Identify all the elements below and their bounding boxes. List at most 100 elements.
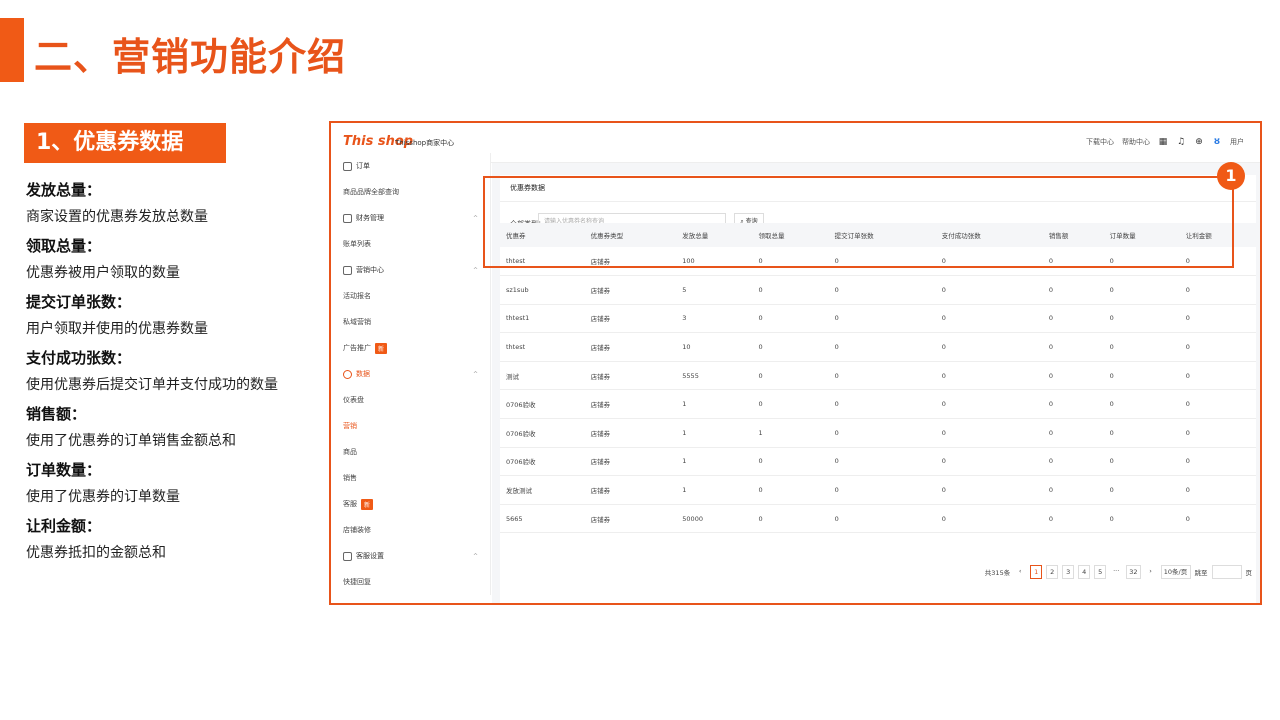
table-cell: 0	[1103, 304, 1180, 334]
page-button[interactable]: 4	[1078, 565, 1091, 579]
section-label: 1、优惠券数据	[24, 123, 226, 163]
user-avatar-icon[interactable]: ȣ	[1212, 137, 1222, 147]
sidebar-item[interactable]: 快捷回复	[331, 569, 490, 595]
slide-title: 二、营销功能介绍	[34, 35, 347, 79]
sidebar-item-label: 营销中心	[356, 266, 384, 274]
table-row: 5665 店铺券 50000 0 0 0 0 0 0	[500, 504, 1256, 534]
page-button[interactable]: 1	[1030, 565, 1043, 579]
table-cell: 0	[935, 275, 1043, 305]
sidebar-item[interactable]: 商品	[331, 439, 490, 465]
user-name[interactable]: 用户	[1230, 137, 1244, 147]
sidebar-item[interactable]: 广告推广新	[331, 335, 490, 361]
chevron-up-icon: ^	[472, 214, 478, 222]
sidebar-item[interactable]: 私域营销	[331, 309, 490, 335]
definition-term: 支付成功张数：	[26, 349, 132, 367]
table-cell: 测试	[500, 361, 585, 391]
definition-desc: 用户领取并使用的优惠券数量	[26, 321, 208, 337]
page-size-select[interactable]: 10条/页	[1160, 565, 1191, 579]
table-cell: 0	[1042, 475, 1104, 505]
pagination: 共315条 ‹ 1 2 3 4 5 ··· 32 › 10条/页 跳至 页	[985, 565, 1252, 579]
table-cell: 0	[752, 304, 829, 334]
page-button[interactable]: 32	[1126, 565, 1141, 579]
table-cell: 0	[752, 275, 829, 305]
page-button[interactable]: 5	[1094, 565, 1107, 579]
page-button[interactable]: 2	[1046, 565, 1059, 579]
table-cell: 0	[1103, 332, 1180, 362]
table-cell: 0	[935, 361, 1043, 391]
table-row: thtest1 店铺券 3 0 0 0 0 0 0	[500, 304, 1256, 334]
definitions-list: 发放总量： 商家设置的优惠券发放总数量 领取总量： 优惠券被用户领取的数量 提交订单张数…	[26, 178, 308, 570]
chevron-up-icon: ^	[472, 552, 478, 560]
table-row: 测试 店铺券 5555 0 0 0 0 0 0	[500, 361, 1256, 391]
table-cell: 10	[676, 332, 753, 362]
help-center-link[interactable]: 帮助中心	[1122, 137, 1150, 147]
pagination-ellipsis[interactable]: ···	[1110, 565, 1122, 579]
table-cell: 店铺券	[584, 304, 677, 334]
goto-page-input[interactable]	[1211, 565, 1242, 579]
table-cell: 店铺券	[584, 332, 677, 362]
table-row: sz1sub 店铺券 5 0 0 0 0 0 0	[500, 275, 1256, 305]
table-cell: 0	[1103, 447, 1180, 477]
table-cell: 0	[828, 361, 936, 391]
table-cell: 1	[676, 475, 753, 505]
download-center-link[interactable]: 下载中心	[1086, 137, 1114, 147]
sidebar-item[interactable]: 仪表盘	[331, 387, 490, 413]
table-cell: 5665	[500, 504, 585, 534]
table-cell: 0	[828, 304, 936, 334]
prev-page-button[interactable]: ‹	[1014, 565, 1026, 579]
table-cell: 0	[1103, 275, 1180, 305]
callout-badge: 1	[1217, 162, 1245, 190]
sidebar-item[interactable]: 店铺装修	[331, 517, 490, 543]
table-cell: 店铺券	[584, 275, 677, 305]
sidebar-item[interactable]: 财务管理 ^	[331, 205, 490, 231]
table-cell: 0	[1179, 475, 1256, 505]
table-cell: sz1sub	[500, 275, 585, 305]
table-cell: 0	[1042, 275, 1104, 305]
sidebar-item-label: 活动报名	[343, 292, 371, 300]
bell-icon[interactable]: ♫	[1176, 137, 1186, 147]
sidebar-item[interactable]: 数据 ^	[331, 361, 490, 387]
qrcode-icon[interactable]: ▦	[1158, 137, 1168, 147]
table-row: thtest 店铺券 10 0 0 0 0 0 0	[500, 332, 1256, 362]
table-cell: 发放测试	[500, 475, 585, 505]
sidebar-item[interactable]: 账单列表	[331, 231, 490, 257]
table-cell: 0	[935, 504, 1043, 534]
settings-icon	[343, 551, 352, 561]
table-cell: 0	[935, 332, 1043, 362]
definition-desc: 优惠券被用户领取的数量	[26, 265, 180, 281]
sidebar-item[interactable]: 客服设置 ^	[331, 543, 490, 569]
sidebar-item-label: 财务管理	[356, 214, 384, 222]
sidebar-item[interactable]: 客服新	[331, 491, 490, 517]
definition-desc: 使用优惠券后提交订单并支付成功的数量	[26, 377, 278, 393]
definition-term: 提交订单张数：	[26, 293, 132, 311]
table-cell: 0	[1103, 361, 1180, 391]
sidebar-item[interactable]: 销售	[331, 465, 490, 491]
table-cell: 5555	[676, 361, 753, 391]
definition-desc: 商家设置的优惠券发放总数量	[26, 209, 208, 225]
sidebar-item[interactable]: 商品品牌全部查询	[331, 179, 490, 205]
page-button[interactable]: 3	[1062, 565, 1075, 579]
table-cell: 店铺券	[584, 418, 677, 448]
sidebar-item-label: 店铺装修	[343, 526, 371, 534]
next-page-button[interactable]: ›	[1145, 565, 1157, 579]
definition-desc: 使用了优惠券的订单销售金额总和	[26, 433, 236, 449]
table-cell: 0	[752, 332, 829, 362]
table-cell: 0	[1042, 304, 1104, 334]
definition-term: 让利金额：	[26, 517, 102, 535]
marketing-icon	[343, 265, 352, 275]
table-row: 0706验收 店铺券 1 0 0 0 0 0 0	[500, 447, 1256, 477]
definition-term: 发放总量：	[26, 181, 102, 199]
globe-icon[interactable]: ⊕	[1194, 137, 1204, 147]
table-cell: 1	[752, 418, 829, 448]
new-badge: 新	[375, 342, 388, 354]
sidebar-item[interactable]: 营销	[331, 413, 490, 439]
sidebar-item[interactable]: 活动报名	[331, 283, 490, 309]
table-cell: 0	[1103, 475, 1180, 505]
sidebar-item-label: 数据	[356, 370, 370, 378]
goto-label: 跳至	[1194, 569, 1208, 577]
sidebar-item[interactable]: 订单	[331, 153, 490, 179]
sidebar-item[interactable]: 营销中心 ^	[331, 257, 490, 283]
table-cell: 0706验收	[500, 447, 585, 477]
table-cell: 1	[676, 447, 753, 477]
sidebar-item-label: 客服	[343, 500, 357, 508]
